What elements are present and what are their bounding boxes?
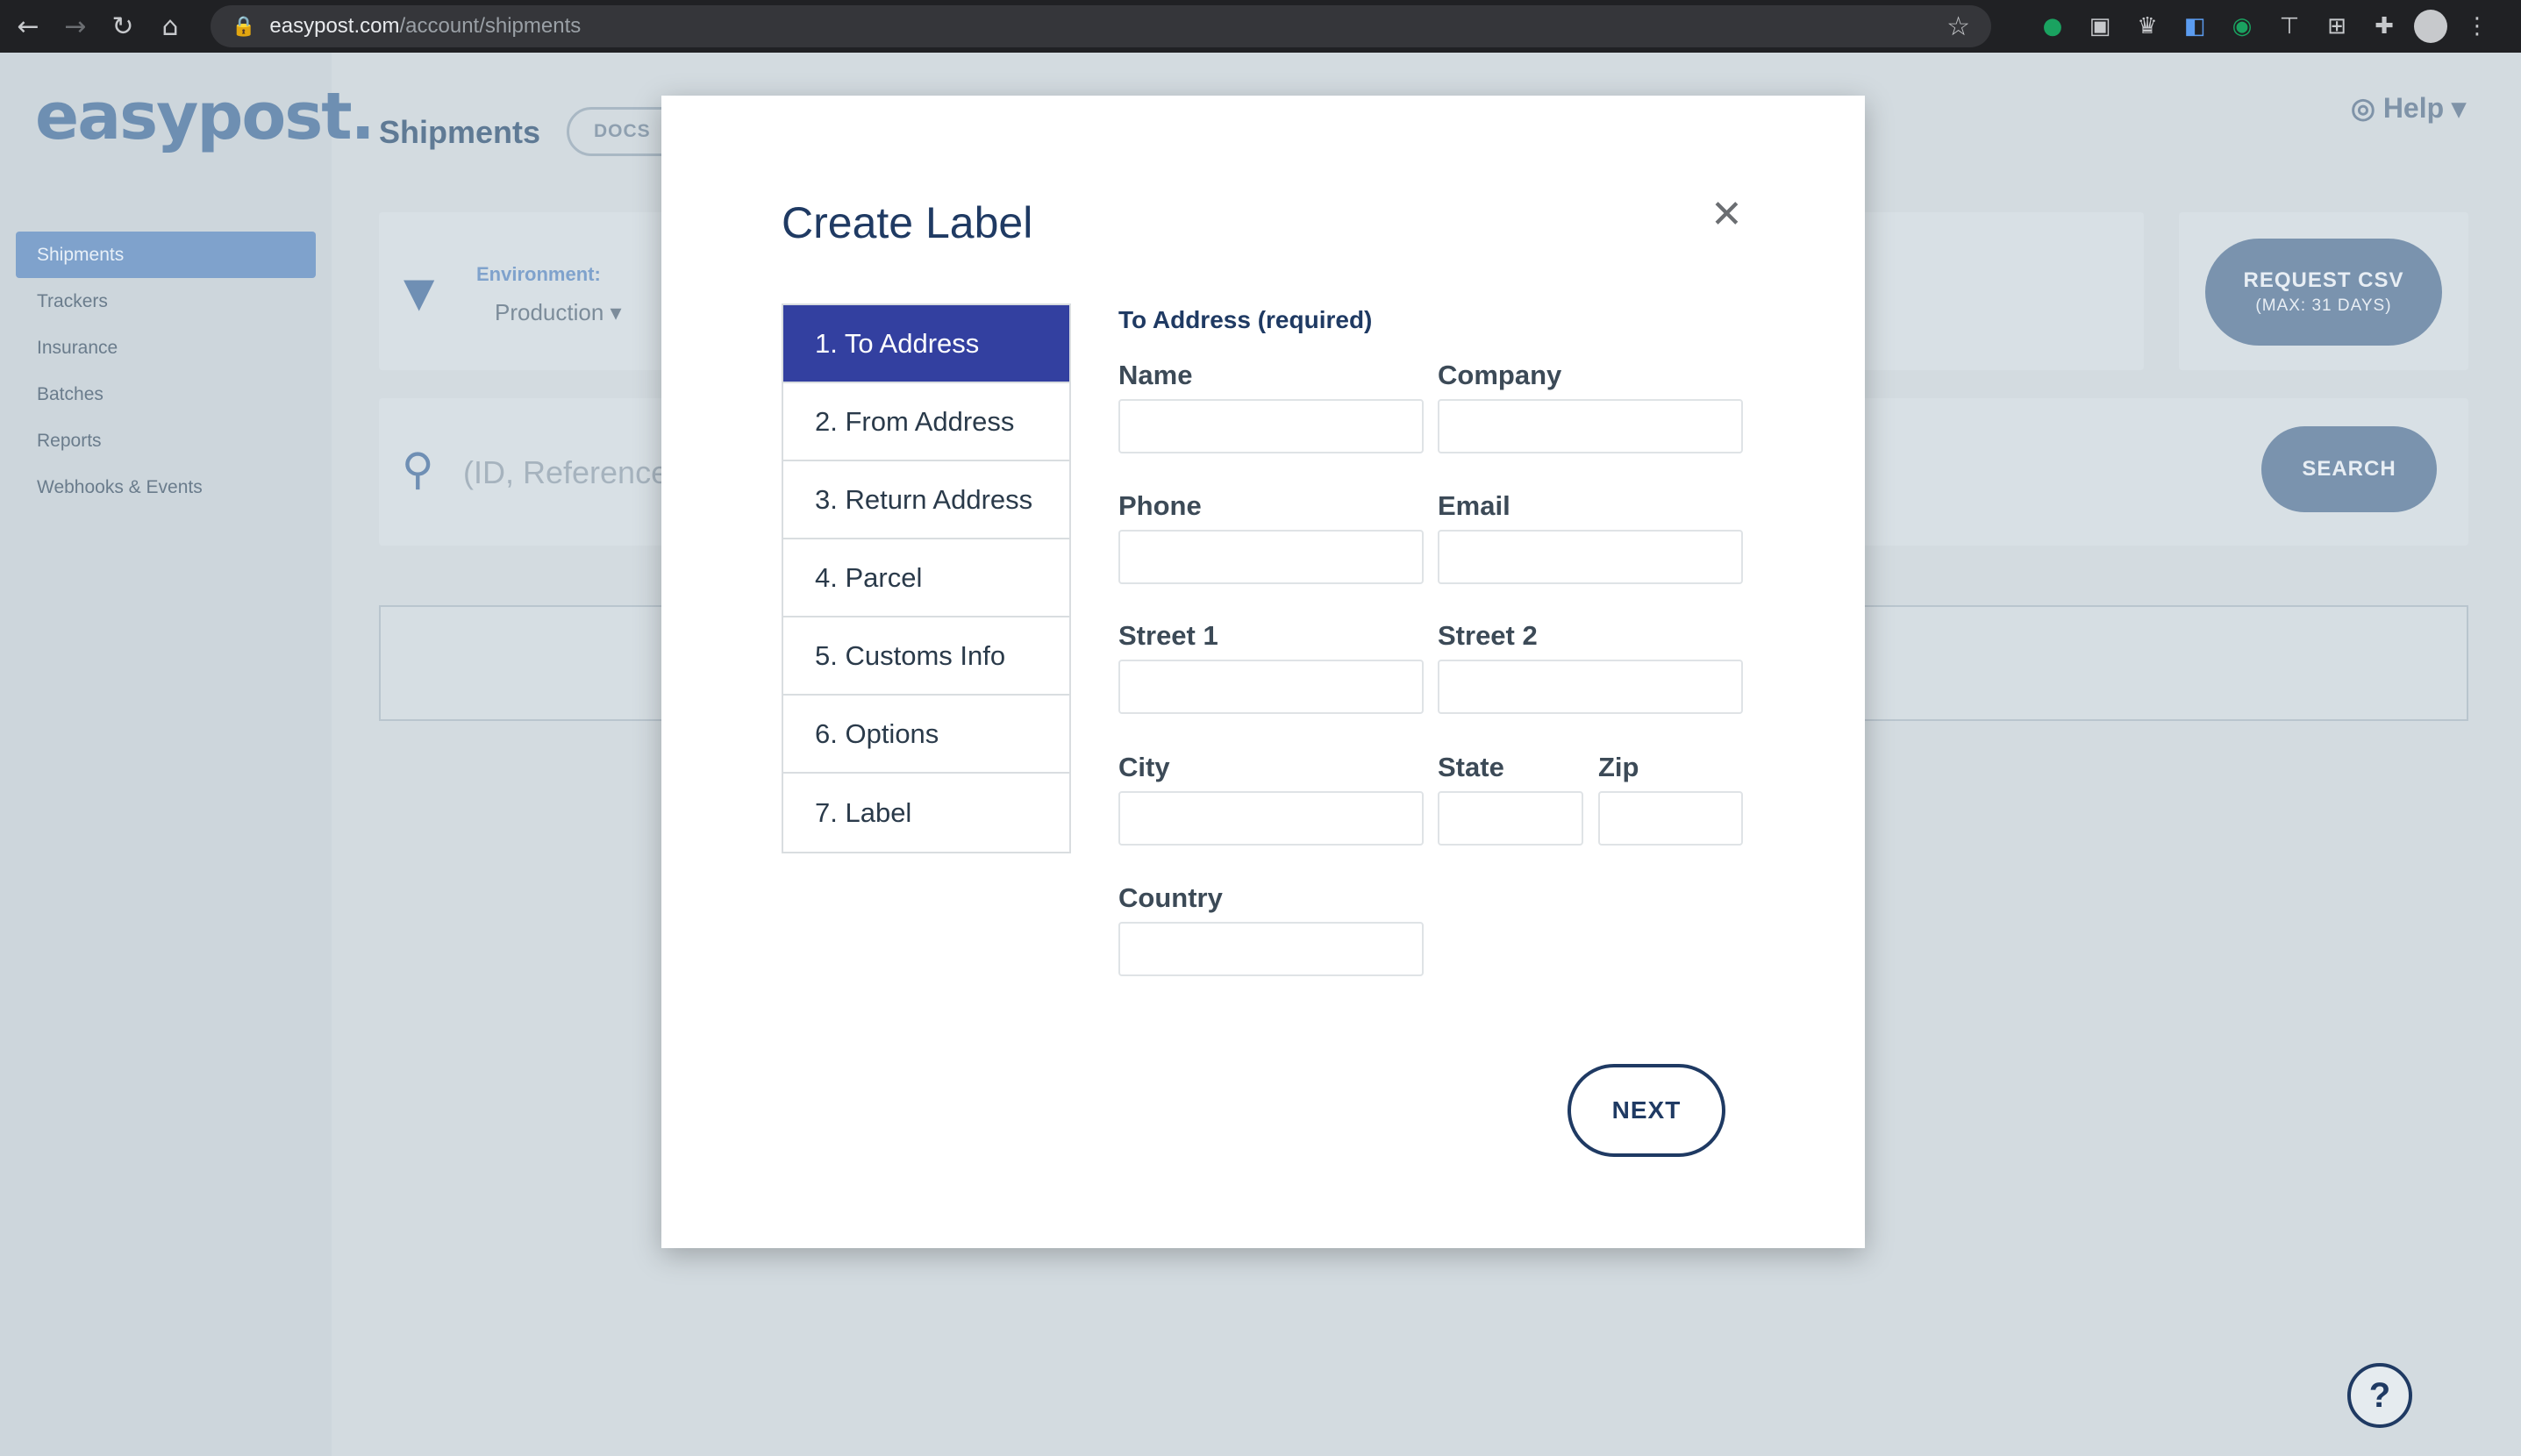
page-title: Shipments (379, 114, 541, 150)
help-menu[interactable]: ◎ Help ▾ (2351, 91, 2466, 125)
country-label: Country (1118, 882, 1223, 913)
reload-icon[interactable]: ↻ (104, 7, 142, 46)
step-parcel[interactable]: 4. Parcel (783, 539, 1069, 617)
step-return-address[interactable]: 3. Return Address (783, 461, 1069, 539)
kebab-menu-icon[interactable]: ⋮ (2460, 9, 2495, 44)
phone-field[interactable] (1118, 530, 1424, 584)
street2-field[interactable] (1438, 660, 1743, 714)
country-field[interactable] (1118, 922, 1424, 976)
state-label: State (1438, 752, 1504, 782)
sidebar-item-trackers[interactable]: Trackers (16, 278, 316, 325)
back-icon[interactable]: ← (9, 7, 47, 46)
url-domain: easypost.com (269, 14, 400, 38)
name-field[interactable] (1118, 399, 1424, 453)
sidebar-menu: Shipments Trackers Insurance Batches Rep… (16, 232, 316, 510)
sidebar-item-insurance[interactable]: Insurance (16, 325, 316, 371)
bookmark-star-icon[interactable]: ☆ (1946, 11, 1970, 42)
step-customs-info[interactable]: 5. Customs Info (783, 617, 1069, 696)
street1-field[interactable] (1118, 660, 1424, 714)
step-options[interactable]: 6. Options (783, 696, 1069, 774)
city-label: City (1118, 752, 1170, 782)
street1-label: Street 1 (1118, 620, 1218, 651)
url-text: easypost.com/account/shipments (269, 14, 581, 39)
easypost-logo[interactable]: easypost. (35, 79, 375, 154)
puzzle-icon[interactable]: ✚ (2367, 9, 2402, 44)
phone-label: Phone (1118, 490, 1202, 521)
search-button[interactable]: SEARCH (2261, 426, 2437, 512)
state-field[interactable] (1438, 791, 1583, 846)
environment-dropdown[interactable]: Production ▾ (495, 299, 622, 326)
step-from-address[interactable]: 2. From Address (783, 383, 1069, 461)
extension-icon[interactable]: ● (2035, 9, 2070, 44)
close-icon[interactable]: ✕ (1710, 192, 1743, 237)
sidebar-item-batches[interactable]: Batches (16, 371, 316, 418)
lifebuoy-icon: ◎ (2351, 92, 2383, 124)
next-button[interactable]: NEXT (1568, 1064, 1725, 1157)
crown-icon[interactable]: ♛ (2130, 9, 2165, 44)
search-icon: ⚲ (402, 444, 434, 495)
environment-label: Environment: (476, 263, 601, 285)
profile-avatar[interactable] (2414, 10, 2447, 43)
lock-icon: 🔒 (232, 15, 256, 38)
zip-field[interactable] (1598, 791, 1743, 846)
paint-roller-icon[interactable]: ⊤ (2272, 9, 2307, 44)
street2-label: Street 2 (1438, 620, 1538, 651)
grammarly-icon[interactable]: ◉ (2225, 9, 2260, 44)
extension-icon[interactable]: ◧ (2177, 9, 2212, 44)
browser-toolbar: ← → ↻ ⌂ 🔒 easypost.com/account/shipments… (0, 0, 2521, 53)
camera-icon[interactable]: ▣ (2082, 9, 2117, 44)
home-icon[interactable]: ⌂ (151, 7, 189, 46)
grid-icon[interactable]: ⊞ (2319, 9, 2354, 44)
request-csv-sublabel: (MAX: 31 DAYS) (2255, 296, 2392, 315)
city-field[interactable] (1118, 791, 1424, 846)
sidebar-item-shipments[interactable]: Shipments (16, 232, 316, 278)
zip-label: Zip (1598, 752, 1639, 782)
sidebar-item-reports[interactable]: Reports (16, 418, 316, 464)
filter-icon: ▼ (404, 268, 435, 316)
sidebar: easypost. Shipments Trackers Insurance B… (0, 53, 375, 1456)
request-csv-button[interactable]: REQUEST CSV (MAX: 31 DAYS) (2205, 239, 2442, 346)
help-chat-button[interactable]: ? (2347, 1363, 2412, 1428)
address-bar[interactable]: 🔒 easypost.com/account/shipments ☆ (211, 5, 1991, 47)
form-section-title: To Address (required) (1118, 306, 1373, 333)
help-label: Help ▾ (2382, 92, 2467, 124)
email-label: Email (1438, 490, 1510, 521)
url-path: /account/shipments (399, 14, 582, 38)
step-to-address[interactable]: 1. To Address (783, 305, 1069, 383)
company-label: Company (1438, 360, 1562, 390)
request-csv-label: REQUEST CSV (2243, 268, 2404, 292)
step-list: 1. To Address 2. From Address 3. Return … (782, 303, 1071, 853)
email-field[interactable] (1438, 530, 1743, 584)
create-label-modal: Create Label ✕ 1. To Address 2. From Add… (661, 96, 1865, 1248)
name-label: Name (1118, 360, 1193, 390)
step-label[interactable]: 7. Label (783, 774, 1069, 852)
forward-icon[interactable]: → (56, 7, 95, 46)
sidebar-item-webhooks[interactable]: Webhooks & Events (16, 464, 316, 510)
extensions-bar: ● ▣ ♛ ◧ ◉ ⊤ ⊞ ✚ ⋮ (2035, 9, 2495, 44)
modal-title: Create Label (782, 198, 1033, 247)
company-field[interactable] (1438, 399, 1743, 453)
search-input[interactable]: (ID, Reference (463, 454, 668, 491)
